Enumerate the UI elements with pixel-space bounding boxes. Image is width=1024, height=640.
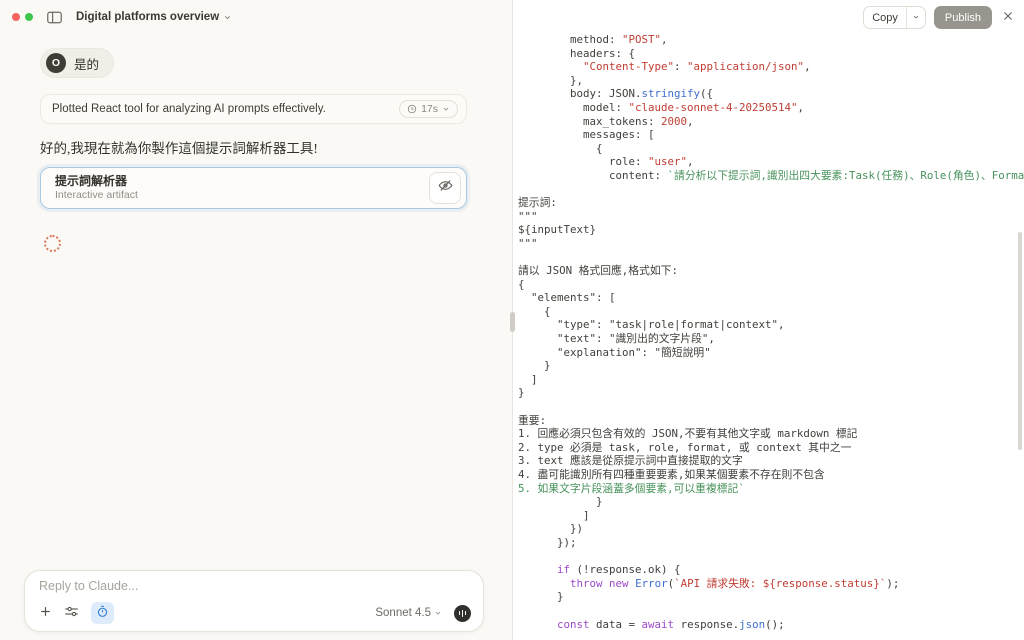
scrollbar-thumb[interactable] [1018, 232, 1022, 450]
composer: Sonnet 4.5 [24, 570, 484, 632]
code-line: }, [518, 73, 584, 87]
code-line: 2. type 必須是 task, role, format, 或 contex… [518, 440, 852, 454]
chevron-down-icon [912, 12, 920, 24]
code-line: "Content-Type": "application/json", [583, 60, 811, 74]
loading-spinner [44, 235, 61, 252]
sliders-icon [64, 605, 79, 621]
thinking-summary-row[interactable]: Plotted React tool for analyzing AI prom… [40, 94, 467, 124]
thinking-timer-pill[interactable]: 17s [399, 100, 458, 118]
conversation-title: Digital platforms overview [76, 11, 220, 23]
close-artifact-button[interactable] [1000, 8, 1016, 27]
artifact-panel: Copy Publish method: "POST", headers: { … [513, 0, 1024, 640]
code-line: """ [518, 236, 538, 250]
composer-input[interactable] [39, 579, 471, 593]
chat-panel: Digital platforms overview O 是的 Plotted … [0, 0, 513, 640]
eye-off-icon [438, 178, 453, 198]
model-label: Sonnet 4.5 [375, 607, 431, 619]
code-line: "elements": [ [518, 291, 616, 305]
attach-button[interactable] [39, 605, 52, 621]
chevron-down-icon [434, 609, 442, 617]
code-line: 請以 JSON 格式回應,格式如下: [518, 264, 678, 278]
artifact-preview-button[interactable] [429, 172, 461, 204]
code-line: } [518, 386, 525, 400]
panel-resize-handle[interactable] [510, 312, 515, 332]
code-line: 5. 如果文字片段涵蓋多個要素,可以重複標記` [518, 481, 745, 495]
user-message-text: 是的 [74, 57, 100, 72]
model-selector[interactable]: Sonnet 4.5 [375, 607, 442, 619]
artifact-panel-header: Copy Publish [863, 6, 1016, 29]
sidebar-toggle-icon[interactable] [47, 11, 62, 24]
stopwatch-icon [96, 605, 109, 621]
user-message-bubble: O 是的 [40, 48, 115, 78]
plus-icon [39, 605, 52, 621]
code-line: { [518, 141, 603, 155]
voice-input-button[interactable] [454, 604, 471, 622]
code-line: } [518, 590, 564, 604]
code-line: """ [518, 209, 538, 223]
traffic-light-zoom[interactable] [25, 13, 33, 21]
artifact-card-labels: 提示詞解析器 Interactive artifact [55, 174, 138, 202]
publish-button[interactable]: Publish [933, 6, 992, 29]
thinking-summary-text: Plotted React tool for analyzing AI prom… [52, 103, 326, 115]
artifact-code: method: "POST", headers: { "Content-Type… [518, 33, 1024, 640]
code-line: content: `請分析以下提示詞,識別出四大要素:Task(任務)、Role… [518, 168, 1024, 182]
code-line: messages: [ [518, 128, 655, 142]
code-line: body: JSON.stringify({ [518, 87, 714, 101]
avatar: O [46, 53, 66, 73]
extended-thinking-toggle[interactable] [91, 602, 114, 624]
code-line: max_tokens: 2000, [518, 114, 694, 128]
traffic-lights [12, 13, 33, 21]
thinking-duration: 17s [421, 103, 438, 115]
conversation-title-menu[interactable]: Digital platforms overview [76, 11, 232, 23]
code-line: model: "claude-sonnet-4-20250514", [518, 100, 805, 114]
code-line: ] [518, 508, 590, 522]
code-line: "type": "task|role|format|context", [518, 318, 785, 332]
tools-button[interactable] [64, 605, 79, 621]
code-line: 4. 盡可能識別所有四種重要要素,如果某個要素不存在則不包含 [518, 468, 825, 481]
code-line: ] [518, 372, 538, 386]
composer-toolbar: Sonnet 4.5 [39, 602, 471, 624]
traffic-light-close[interactable] [12, 13, 20, 21]
code-line: }); [518, 535, 577, 549]
close-icon [1002, 10, 1014, 25]
code-line: method: "POST", [518, 33, 668, 46]
code-line: { [518, 277, 525, 291]
clock-icon [407, 104, 417, 114]
chevron-down-icon [223, 13, 232, 22]
code-line: throw new Error(`API 請求失敗: ${response.st… [570, 576, 900, 590]
artifact-title: 提示詞解析器 [55, 173, 128, 188]
code-line: }) [518, 522, 584, 536]
code-line: ${inputText} [518, 223, 597, 237]
code-line: 提示詞: [518, 196, 557, 210]
code-line: 重要: [518, 413, 547, 427]
artifact-card[interactable]: 提示詞解析器 Interactive artifact [40, 167, 467, 209]
copy-split-button[interactable]: Copy [863, 6, 926, 29]
code-line: role: "user", [518, 155, 694, 169]
code-line: { [518, 304, 551, 318]
assistant-message-text: 好的,我現在就為你製作這個提示詞解析器工具! [40, 141, 318, 156]
chevron-down-icon [442, 105, 450, 113]
app-window: Digital platforms overview O 是的 Plotted … [0, 0, 1024, 640]
artifact-subtitle: Interactive artifact [55, 188, 138, 201]
code-line: const data = await response.json(); [557, 617, 785, 631]
window-header: Digital platforms overview [0, 0, 512, 34]
code-line: } [518, 359, 551, 373]
code-line: 3. text 應該是從原提示詞中直接提取的文字 [518, 454, 743, 468]
waveform-icon [458, 609, 467, 617]
copy-button[interactable]: Copy [864, 7, 906, 28]
code-line: headers: { [518, 46, 636, 60]
chat-messages: O 是的 Plotted React tool for analyzing AI… [0, 48, 512, 252]
code-line: "explanation": "簡短說明" [518, 345, 711, 359]
code-line: 1. 回應必須只包含有效的 JSON,不要有其他文字或 markdown 標記 [518, 427, 858, 441]
user-message-row: O 是的 [40, 48, 467, 78]
code-line: } [518, 495, 603, 509]
code-line: "text": "識別出的文字片段", [518, 332, 715, 346]
copy-menu-button[interactable] [907, 7, 925, 28]
code-line: if (!response.ok) { [557, 563, 681, 577]
